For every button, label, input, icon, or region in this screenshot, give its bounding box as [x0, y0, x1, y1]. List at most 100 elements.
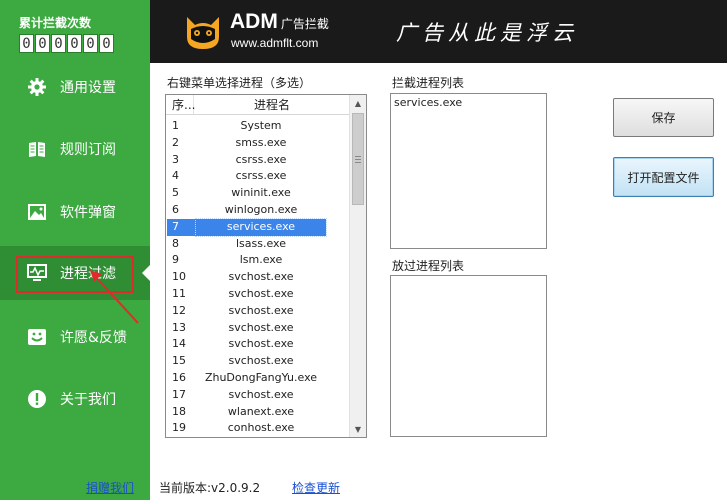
process-rows: 1 System 2 smss.exe 3 csrss.exe 4 csrss.exe 5 win… [167, 118, 351, 437]
sidebar-item-label: 规则订阅 [60, 142, 116, 158]
sidebar-item-rule-subscription[interactable]: 规则订阅 [0, 122, 150, 176]
process-listview[interactable]: 序... 进程名 1 System 2 smss.exe 3 csrss.exe 4 csrs… [165, 94, 367, 438]
process-index: 19 [172, 421, 186, 435]
process-name: conhost.exe [227, 421, 295, 435]
list-header: 序... 进程名 [166, 95, 350, 115]
column-header-process-name[interactable]: 进程名 [194, 95, 350, 114]
logo-url: www.admflt.com [231, 36, 319, 50]
counter-digit: 0 [67, 34, 82, 53]
process-row[interactable]: 5 wininit.exe [167, 185, 351, 202]
save-button[interactable]: 保存 [613, 98, 714, 137]
process-index: 15 [172, 354, 186, 368]
process-index: 4 [172, 169, 179, 183]
check-update-link[interactable]: 检查更新 [292, 479, 340, 496]
process-row[interactable]: 4 csrss.exe [167, 168, 351, 185]
sidebar-item-label: 关于我们 [60, 392, 116, 408]
process-name: smss.exe [235, 135, 287, 149]
allow-process-list[interactable] [390, 275, 547, 437]
process-name: svchost.exe [228, 286, 294, 300]
scroll-up-arrow-icon[interactable]: ▲ [350, 95, 366, 111]
process-name: csrss.exe [235, 169, 287, 183]
block-list-label: 拦截进程列表 [392, 76, 465, 90]
feedback-icon [26, 326, 48, 348]
cat-logo-icon [187, 17, 219, 49]
process-name: svchost.exe [228, 387, 294, 401]
process-name: wlanext.exe [227, 404, 295, 418]
process-index: 17 [172, 387, 186, 401]
process-name: winlogon.exe [224, 202, 298, 216]
sidebar-item-label: 软件弹窗 [60, 205, 116, 221]
process-index: 18 [172, 404, 186, 418]
counter-digit: 0 [51, 34, 66, 53]
process-row[interactable]: 17 svchost.exe [167, 387, 351, 404]
logo-adm-text: ADM [230, 10, 278, 33]
process-row[interactable]: 12 svchost.exe [167, 303, 351, 320]
process-row[interactable]: 14 svchost.exe [167, 336, 351, 353]
process-row[interactable]: 13 svchost.exe [167, 320, 351, 337]
vertical-scrollbar[interactable]: ▲ ▼ [349, 95, 366, 437]
process-row[interactable]: 19 conhost.exe [167, 420, 351, 437]
process-index: 13 [172, 320, 186, 334]
process-name: lsass.exe [236, 236, 286, 250]
process-index: 5 [172, 186, 179, 200]
process-row[interactable]: 3 csrss.exe [167, 152, 351, 169]
sidebar: 累计拦截次数 0 0 0 0 0 0 通用设置 规则订阅 软件弹窗 进程过滤 许… [0, 0, 150, 500]
process-row[interactable]: 1 System [167, 118, 351, 135]
process-row[interactable]: 15 svchost.exe [167, 353, 351, 370]
scroll-down-arrow-icon[interactable]: ▼ [350, 421, 366, 437]
process-name: csrss.exe [235, 152, 287, 166]
sidebar-item-wish-feedback[interactable]: 许愿&反馈 [0, 310, 150, 364]
column-header-index[interactable]: 序... [166, 95, 195, 114]
process-row[interactable]: 6 winlogon.exe [167, 202, 351, 219]
block-counter-title: 累计拦截次数 [19, 16, 92, 30]
donate-link[interactable]: 捐赠我们 [86, 479, 134, 496]
process-index: 11 [172, 286, 186, 300]
process-index: 3 [172, 152, 179, 166]
book-icon [26, 138, 48, 160]
slogan: 广告从此是浮云 [396, 21, 578, 45]
process-row[interactable]: 18 wlanext.exe [167, 404, 351, 421]
sidebar-item-label: 通用设置 [60, 80, 116, 96]
process-index: 16 [172, 370, 186, 384]
process-index: 1 [172, 119, 179, 132]
process-row[interactable]: 11 svchost.exe [167, 286, 351, 303]
sidebar-item-general-settings[interactable]: 通用设置 [0, 60, 150, 114]
process-index: 8 [172, 236, 179, 250]
process-index: 10 [172, 270, 186, 284]
process-row[interactable]: 8 lsass.exe [167, 236, 351, 253]
process-index: 12 [172, 303, 186, 317]
process-row[interactable]: 7 services.exe [167, 217, 351, 237]
header-banner: ADM 广告拦截 www.admflt.com 广告从此是浮云 [150, 0, 727, 63]
version-text: 当前版本:v2.0.9.2 [159, 481, 261, 495]
process-index: 9 [172, 253, 179, 267]
counter-digit: 0 [35, 34, 50, 53]
sidebar-item-about-us[interactable]: 关于我们 [0, 372, 150, 426]
process-name: svchost.exe [228, 337, 294, 351]
counter-digit: 0 [83, 34, 98, 53]
open-config-file-button[interactable]: 打开配置文件 [613, 157, 714, 197]
counter-digit: 0 [19, 34, 34, 53]
sidebar-item-label: 许愿&反馈 [60, 330, 127, 346]
process-index: 7 [167, 218, 196, 236]
process-name: svchost.exe [228, 354, 294, 368]
process-name: ZhuDongFangYu.exe [204, 370, 318, 384]
logo-title: ADM 广告拦截 [230, 10, 329, 34]
process-row[interactable]: 16 ZhuDongFangYu.exe [167, 370, 351, 387]
scrollbar-thumb[interactable] [352, 113, 364, 205]
sidebar-item-software-popup[interactable]: 软件弹窗 [0, 185, 150, 239]
process-name: System [240, 119, 282, 132]
picture-icon [26, 201, 48, 223]
block-process-list[interactable]: services.exe [390, 93, 547, 249]
logo-subtitle: 广告拦截 [280, 17, 329, 31]
process-name: wininit.exe [231, 186, 291, 200]
process-index: 14 [172, 337, 186, 351]
process-row[interactable]: 10 svchost.exe [167, 269, 351, 286]
process-row[interactable]: 9 lsm.exe [167, 252, 351, 269]
process-index: 6 [172, 202, 179, 216]
info-icon [26, 388, 48, 410]
gear-icon [26, 76, 48, 98]
process-name: svchost.exe [228, 320, 294, 334]
block-counter: 0 0 0 0 0 0 [19, 34, 114, 53]
process-list-label: 右键菜单选择进程（多选） [167, 76, 312, 90]
process-row[interactable]: 2 smss.exe [167, 135, 351, 152]
